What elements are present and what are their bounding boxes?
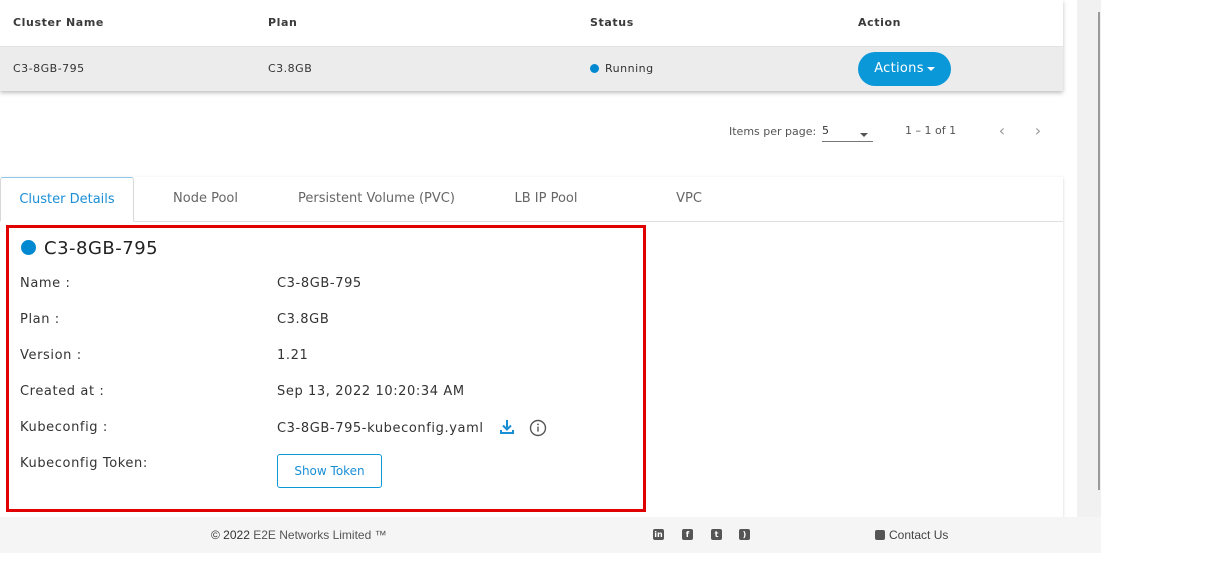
copyright-year: © 2022 <box>211 528 250 542</box>
tab-persistent-volume[interactable]: Persistent Volume (PVC) <box>285 177 468 222</box>
scrollbar-thumb[interactable] <box>1098 12 1100 490</box>
tab-bar: Cluster Details Node Pool Persistent Vol… <box>0 177 1063 222</box>
contact-label: Contact Us <box>889 528 949 542</box>
tab-lb-ip-pool[interactable]: LB IP Pool <box>500 177 592 222</box>
items-per-page-select[interactable]: 5 <box>822 124 873 142</box>
actions-label: Actions <box>874 61 924 76</box>
header-action: Action <box>858 16 902 29</box>
linkedin-icon[interactable]: in <box>653 529 664 540</box>
actions-button[interactable]: Actions <box>858 52 951 86</box>
tab-vpc[interactable]: VPC <box>660 177 718 222</box>
header-status: Status <box>590 16 634 29</box>
next-page-icon[interactable]: › <box>1030 123 1046 139</box>
created-at-value: Sep 13, 2022 10:20:34 AM <box>277 384 465 399</box>
show-token-button[interactable]: Show Token <box>277 454 382 488</box>
version-value: 1.21 <box>277 348 309 363</box>
download-icon[interactable] <box>498 418 516 436</box>
table-header: Cluster Name Plan Status Action <box>0 0 1063 47</box>
tab-cluster-details[interactable]: Cluster Details <box>0 177 134 222</box>
twitter-icon[interactable]: t <box>711 529 722 540</box>
dropdown-arrow-icon <box>860 133 868 137</box>
header-plan: Plan <box>268 16 298 29</box>
cluster-title: C3-8GB-795 <box>21 238 158 259</box>
facebook-icon[interactable]: f <box>682 529 693 540</box>
footer: © 2022 E2E Networks Limited ™ in f t ) C… <box>0 517 1101 553</box>
cell-status: Running <box>590 62 654 75</box>
name-value: C3-8GB-795 <box>277 276 362 291</box>
brand-link[interactable]: E2E Networks Limited ™ <box>253 528 386 542</box>
kubeconfig-token-label: Kubeconfig Token: <box>20 456 148 471</box>
cluster-title-text: C3-8GB-795 <box>44 238 159 259</box>
cluster-details-panel: C3-8GB-795 Name : C3-8GB-795 Plan : C3.8… <box>6 225 646 512</box>
items-per-page-value: 5 <box>822 124 829 137</box>
phone-icon <box>875 529 885 540</box>
created-at-label: Created at : <box>20 384 105 399</box>
plan-value: C3.8GB <box>277 312 330 327</box>
page-range-label: 1 – 1 of 1 <box>905 124 957 137</box>
copyright: © 2022 E2E Networks Limited ™ <box>211 528 387 542</box>
kubeconfig-label: Kubeconfig : <box>20 420 108 435</box>
status-text: Running <box>605 62 654 75</box>
caret-down-icon <box>926 66 935 71</box>
previous-page-icon[interactable]: ‹ <box>994 123 1010 139</box>
cell-cluster-name: C3-8GB-795 <box>13 62 85 75</box>
status-running-icon <box>590 63 599 73</box>
version-label: Version : <box>20 348 82 363</box>
rss-icon[interactable]: ) <box>739 529 750 540</box>
plan-label: Plan : <box>20 312 60 327</box>
contact-us-link[interactable]: Contact Us <box>875 528 948 542</box>
header-cluster-name: Cluster Name <box>13 16 104 29</box>
status-dot-icon <box>21 239 36 255</box>
tab-node-pool[interactable]: Node Pool <box>148 177 263 222</box>
info-icon[interactable] <box>529 419 547 437</box>
items-per-page-label: Items per page: <box>729 125 817 138</box>
name-label: Name : <box>20 276 71 291</box>
cell-plan: C3.8GB <box>268 62 313 75</box>
kubeconfig-file: C3-8GB-795-kubeconfig.yaml <box>277 421 484 436</box>
